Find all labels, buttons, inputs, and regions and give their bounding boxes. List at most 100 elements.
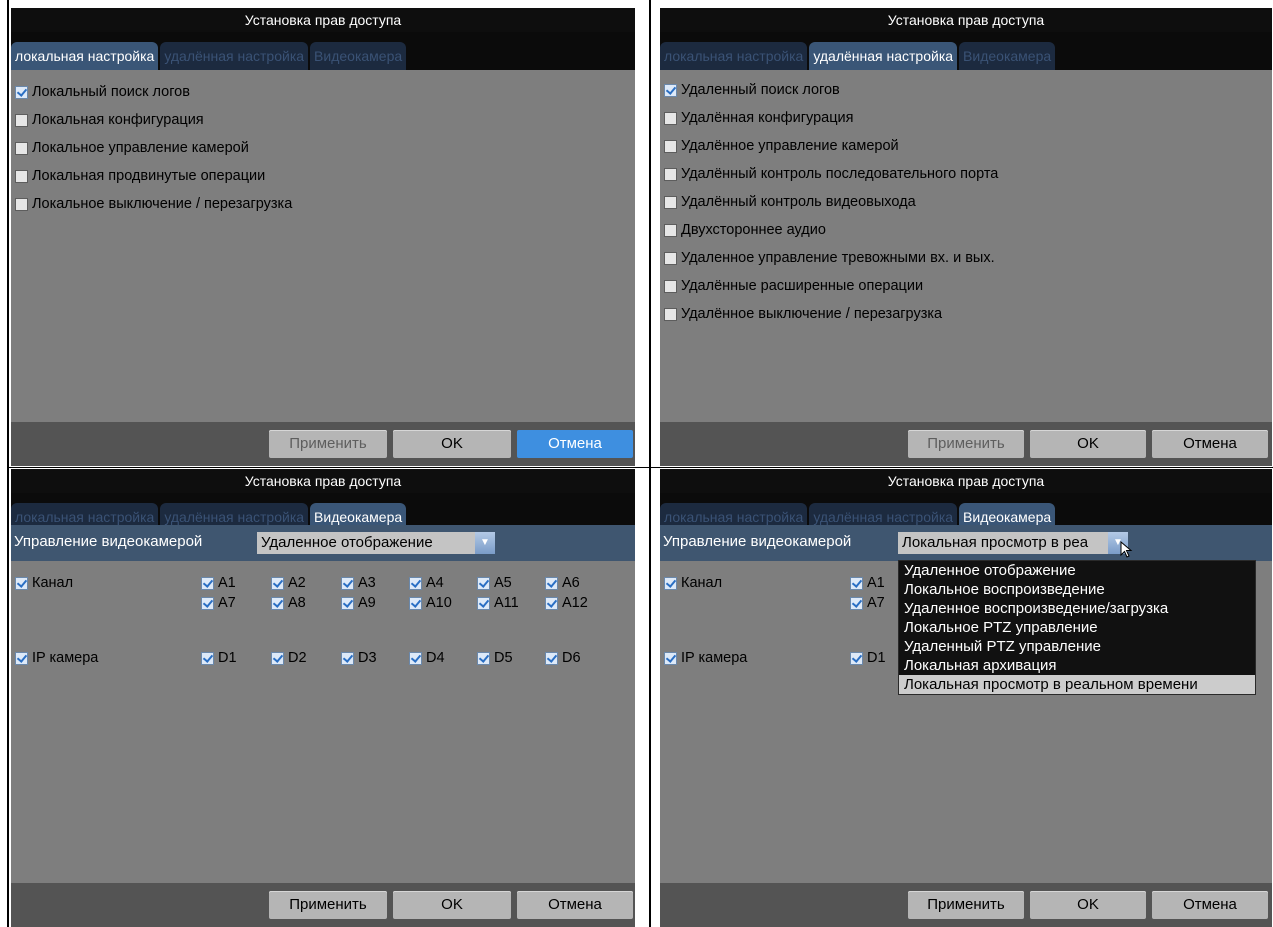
option-remote-advanced-ops[interactable]: Удалённые расширенные операции — [660, 272, 1272, 300]
cancel-button[interactable]: Отмена — [1152, 891, 1268, 919]
checkbox-icon[interactable] — [201, 576, 214, 590]
checkbox-icon[interactable] — [201, 651, 214, 665]
checkbox-icon[interactable] — [664, 576, 677, 590]
checkbox-icon[interactable] — [664, 167, 677, 181]
ip-camera-checkbox-d2[interactable]: D2 — [271, 650, 307, 666]
channel-checkbox-a8[interactable]: A8 — [271, 595, 306, 611]
tab-remote-settings[interactable]: удалённая настройка — [809, 42, 958, 70]
checkbox-icon[interactable] — [15, 197, 28, 211]
checkbox-icon[interactable] — [409, 576, 422, 590]
camera-control-select[interactable]: Локальная просмотр в реа ▼ — [898, 532, 1128, 554]
checkbox-icon[interactable] — [341, 651, 354, 665]
ip-camera-checkbox-d6[interactable]: D6 — [545, 650, 581, 666]
cancel-button[interactable]: Отмена — [517, 430, 633, 458]
ip-camera-checkbox[interactable]: IP камера — [664, 650, 747, 666]
option-two-way-audio[interactable]: Двухстороннее аудио — [660, 216, 1272, 244]
checkbox-icon[interactable] — [341, 576, 354, 590]
option-local-log-search[interactable]: Локальный поиск логов — [11, 78, 635, 106]
checkbox-icon[interactable] — [15, 651, 28, 665]
checkbox-icon[interactable] — [477, 651, 490, 665]
ip-camera-checkbox-d3[interactable]: D3 — [341, 650, 377, 666]
camera-control-select[interactable]: Удаленное отображение ▼ — [257, 532, 495, 554]
checkbox-icon[interactable] — [664, 139, 677, 153]
channel-checkbox[interactable]: Канал — [15, 575, 73, 591]
checkbox-icon[interactable] — [15, 141, 28, 155]
checkbox-icon[interactable] — [850, 596, 863, 610]
option-local-config[interactable]: Локальная конфигурация — [11, 106, 635, 134]
ip-camera-checkbox-d4[interactable]: D4 — [409, 650, 445, 666]
chevron-down-icon[interactable]: ▼ — [475, 532, 495, 554]
apply-button[interactable]: Применить — [269, 891, 387, 919]
checkbox-icon[interactable] — [409, 596, 422, 610]
channel-checkbox-a7[interactable]: A7 — [201, 595, 236, 611]
option-remote-video-output[interactable]: Удалённый контроль видеовыхода — [660, 188, 1272, 216]
checkbox-icon[interactable] — [664, 223, 677, 237]
channel-checkbox-a1[interactable]: A1 — [850, 575, 885, 591]
option-remote-alarm-io[interactable]: Удаленное управление тревожными вх. и вы… — [660, 244, 1272, 272]
option-remote-camera-control[interactable]: Удалённое управление камерой — [660, 132, 1272, 160]
channel-checkbox-a9[interactable]: A9 — [341, 595, 376, 611]
checkbox-icon[interactable] — [545, 651, 558, 665]
checkbox-icon[interactable] — [201, 596, 214, 610]
checkbox-icon[interactable] — [15, 113, 28, 127]
ip-camera-checkbox-d5[interactable]: D5 — [477, 650, 513, 666]
option-remote-shutdown-reboot[interactable]: Удалённое выключение / перезагрузка — [660, 300, 1272, 328]
tab-local-settings[interactable]: локальная настройка — [11, 42, 159, 70]
checkbox-icon[interactable] — [664, 279, 677, 293]
checkbox-icon[interactable] — [15, 169, 28, 183]
ip-camera-checkbox-d1[interactable]: D1 — [201, 650, 237, 666]
checkbox-icon[interactable] — [477, 576, 490, 590]
checkbox-icon[interactable] — [850, 576, 863, 590]
channel-checkbox-a12[interactable]: A12 — [545, 595, 588, 611]
option-remote-log-search[interactable]: Удаленный поиск логов — [660, 76, 1272, 104]
checkbox-icon[interactable] — [271, 596, 284, 610]
channel-checkbox-a1[interactable]: A1 — [201, 575, 236, 591]
ok-button[interactable]: OK — [1030, 891, 1146, 919]
dropdown-option[interactable]: Локальная архивация — [899, 656, 1255, 675]
checkbox-icon[interactable] — [545, 596, 558, 610]
dropdown-option[interactable]: Локальная просмотр в реальном времени — [899, 675, 1255, 694]
apply-button[interactable]: Применить — [908, 430, 1024, 458]
tab-remote-settings[interactable]: удалённая настройка — [160, 42, 309, 70]
dropdown-option[interactable]: Удаленное отображение — [899, 561, 1255, 580]
checkbox-icon[interactable] — [664, 83, 677, 97]
tab-camera[interactable]: Видеокамера — [310, 42, 407, 70]
checkbox-icon[interactable] — [15, 85, 28, 99]
dropdown-option[interactable]: Удаленный PTZ управление — [899, 637, 1255, 656]
checkbox-icon[interactable] — [341, 596, 354, 610]
tab-local-settings[interactable]: локальная настройка — [660, 42, 808, 70]
checkbox-icon[interactable] — [271, 576, 284, 590]
dropdown-option[interactable]: Локальное PTZ управление — [899, 618, 1255, 637]
option-local-shutdown-reboot[interactable]: Локальное выключение / перезагрузка — [11, 190, 635, 218]
checkbox-icon[interactable] — [545, 576, 558, 590]
ok-button[interactable]: OK — [393, 891, 511, 919]
ip-camera-checkbox[interactable]: IP камера — [15, 650, 98, 666]
checkbox-icon[interactable] — [664, 307, 677, 321]
dropdown-option[interactable]: Удаленное воспроизведение/загрузка — [899, 599, 1255, 618]
apply-button[interactable]: Применить — [269, 430, 387, 458]
checkbox-icon[interactable] — [664, 251, 677, 265]
channel-checkbox-a5[interactable]: A5 — [477, 575, 512, 591]
option-local-camera-control[interactable]: Локальное управление камерой — [11, 134, 635, 162]
apply-button[interactable]: Применить — [908, 891, 1024, 919]
channel-checkbox-a2[interactable]: A2 — [271, 575, 306, 591]
option-remote-config[interactable]: Удалённая конфигурация — [660, 104, 1272, 132]
checkbox-icon[interactable] — [477, 596, 490, 610]
channel-checkbox-a6[interactable]: A6 — [545, 575, 580, 591]
cancel-button[interactable]: Отмена — [517, 891, 633, 919]
channel-checkbox-a11[interactable]: A11 — [477, 595, 519, 611]
channel-checkbox-a7[interactable]: A7 — [850, 595, 885, 611]
ok-button[interactable]: OK — [1030, 430, 1146, 458]
channel-checkbox[interactable]: Канал — [664, 575, 722, 591]
option-remote-serial-port[interactable]: Удалённый контроль последовательного пор… — [660, 160, 1272, 188]
dropdown-option[interactable]: Локальное воспроизведение — [899, 580, 1255, 599]
channel-checkbox-a10[interactable]: A10 — [409, 595, 452, 611]
channel-checkbox-a3[interactable]: A3 — [341, 575, 376, 591]
checkbox-icon[interactable] — [664, 111, 677, 125]
tab-camera[interactable]: Видеокамера — [959, 42, 1056, 70]
channel-checkbox-a4[interactable]: A4 — [409, 575, 444, 591]
checkbox-icon[interactable] — [850, 651, 863, 665]
checkbox-icon[interactable] — [664, 195, 677, 209]
camera-control-dropdown[interactable]: Удаленное отображение Локальное воспроизв… — [898, 560, 1256, 695]
ok-button[interactable]: OK — [393, 430, 511, 458]
